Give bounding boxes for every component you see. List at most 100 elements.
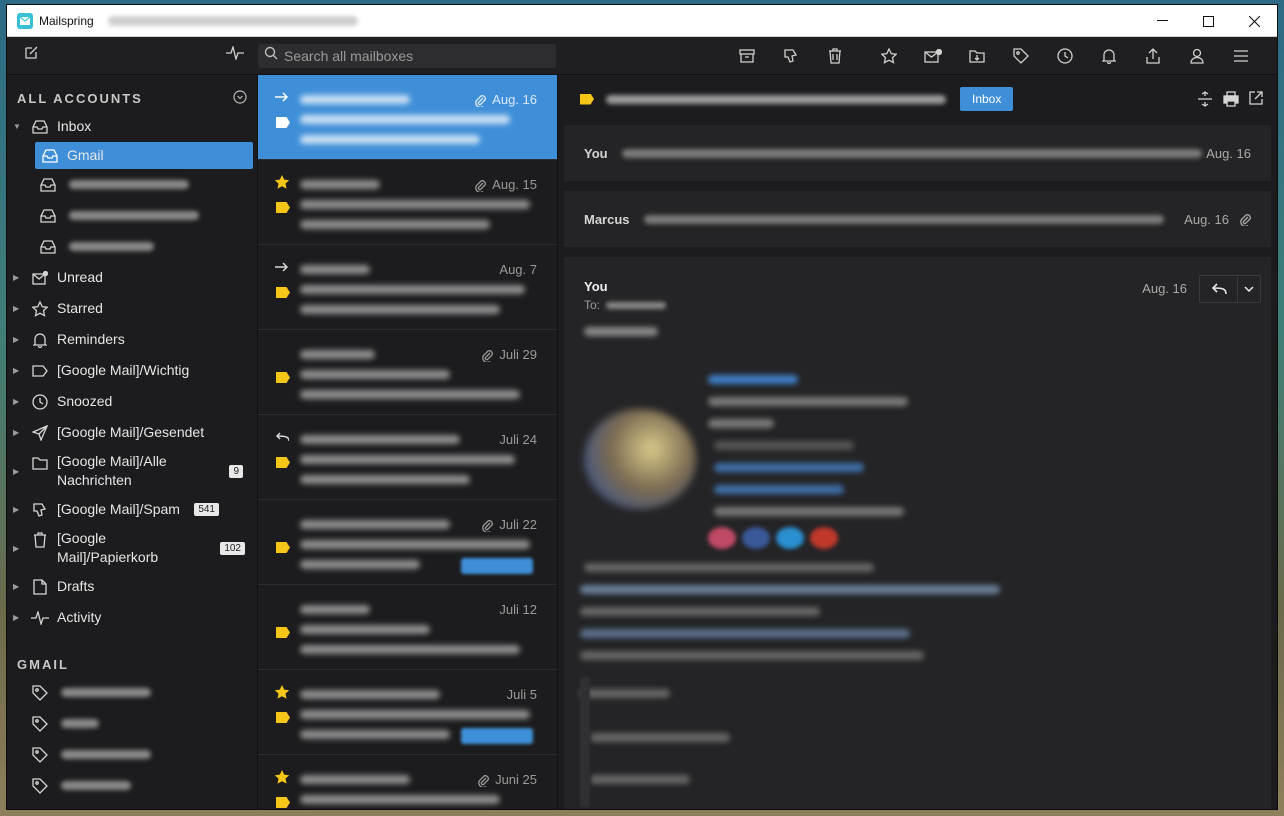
sidebar-label-redacted[interactable] <box>7 677 257 708</box>
sidebar-item-spam[interactable]: ▶ [Google Mail]/Spam 541 <box>7 494 257 525</box>
activity-icon[interactable] <box>226 44 244 65</box>
minimize-button[interactable] <box>1139 5 1185 37</box>
sidebar-item-redacted-account[interactable] <box>7 200 257 231</box>
tag-marker-icon <box>276 287 290 298</box>
print-icon[interactable] <box>1223 91 1239 107</box>
menu-hamburger-icon[interactable] <box>1230 45 1252 67</box>
collapsed-message[interactable]: You Aug. 16 <box>564 125 1271 181</box>
close-button[interactable] <box>1231 5 1277 37</box>
popout-icon[interactable] <box>1249 91 1263 107</box>
sidebar-item-snoozed[interactable]: ▶ Snoozed <box>7 386 257 417</box>
toolbar <box>7 37 1277 75</box>
expand-arrow-icon[interactable]: ▶ <box>13 366 23 375</box>
starred-icon[interactable] <box>274 174 290 190</box>
sidebar-label-redacted[interactable] <box>7 739 257 770</box>
sidebar-item-wichtig[interactable]: ▶ [Google Mail]/Wichtig <box>7 355 257 386</box>
sidebar-item-papierkorb[interactable]: ▶ [Google Mail]/Papierkorb 102 <box>7 525 257 571</box>
trash-icon[interactable] <box>824 45 846 67</box>
search-box[interactable] <box>258 43 556 68</box>
expand-arrow-icon[interactable]: ▶ <box>13 582 23 591</box>
message-row[interactable]: Juli 5 <box>258 670 557 755</box>
star-icon[interactable] <box>878 45 900 67</box>
redacted-snippet <box>300 390 520 399</box>
starred-icon[interactable] <box>274 684 290 700</box>
social-icon[interactable] <box>810 527 838 549</box>
sidebar-item-inbox[interactable]: ▼ Inbox <box>7 111 257 142</box>
redacted-sender <box>300 435 460 444</box>
expand-all-icon[interactable] <box>1197 91 1213 107</box>
reply-options-chevron-icon[interactable] <box>1238 276 1260 302</box>
message-row[interactable]: Juli 24 <box>258 415 557 500</box>
sidebar-item-alle-nachrichten[interactable]: ▶ [Google Mail]/Alle Nachrichten 9 <box>7 448 257 494</box>
message-date-text: Juli 24 <box>499 432 537 447</box>
message-row[interactable]: Juli 12 <box>258 585 557 670</box>
account-person-icon[interactable] <box>1186 45 1208 67</box>
sidebar-item-gmail[interactable]: Gmail <box>35 142 253 169</box>
folder-chip[interactable]: Inbox <box>960 87 1014 111</box>
send-icon <box>31 424 49 442</box>
mark-unread-icon[interactable] <box>922 45 944 67</box>
tag-icon[interactable] <box>1010 45 1032 67</box>
reminder-bell-icon[interactable] <box>1098 45 1120 67</box>
message-row[interactable]: Aug. 16 <box>258 75 557 160</box>
sidebar-item-redacted-account[interactable] <box>7 231 257 262</box>
expand-arrow-icon[interactable]: ▶ <box>13 428 23 437</box>
sidebar-item-redacted-account[interactable] <box>7 169 257 200</box>
collapse-chevron-icon[interactable] <box>233 89 247 107</box>
expand-arrow-icon[interactable]: ▶ <box>13 397 23 406</box>
redacted-recipient <box>606 301 667 309</box>
message-date-text: Juni 25 <box>495 772 537 787</box>
sidebar-item-label: Starred <box>57 300 103 316</box>
collapsed-message[interactable]: Marcus Aug. 16 <box>564 191 1271 247</box>
sidebar-item-reminders[interactable]: ▶ Reminders <box>7 324 257 355</box>
folder-icon <box>31 454 49 472</box>
redacted-sender <box>300 95 410 104</box>
redacted-body-line <box>580 629 910 638</box>
sidebar-item-starred[interactable]: ▶ Starred <box>7 293 257 324</box>
recipients-line[interactable]: To: <box>584 298 1251 312</box>
message-row[interactable]: Juli 22 <box>258 500 557 585</box>
archive-icon[interactable] <box>736 45 758 67</box>
spam-icon[interactable] <box>780 45 802 67</box>
reply-button[interactable] <box>1200 276 1238 302</box>
redacted-sender <box>300 605 370 614</box>
redacted-body-line <box>590 775 690 784</box>
sidebar-item-drafts[interactable]: ▶ Drafts <box>7 571 257 602</box>
expand-arrow-icon[interactable]: ▶ <box>13 613 23 622</box>
redacted-subject <box>300 370 450 379</box>
sidebar-item-activity[interactable]: ▶ Activity <box>7 602 257 633</box>
message-row[interactable]: Aug. 15 <box>258 160 557 245</box>
tag-marker-icon <box>276 457 290 468</box>
maximize-button[interactable] <box>1185 5 1231 37</box>
message-row[interactable]: Aug. 7 <box>258 245 557 330</box>
search-input[interactable] <box>284 47 544 64</box>
bell-icon <box>31 331 49 349</box>
social-icon[interactable] <box>708 527 736 549</box>
sidebar-item-unread[interactable]: ▶ Unread <box>7 262 257 293</box>
redacted-body-line <box>590 733 730 742</box>
expand-arrow-icon[interactable]: ▶ <box>13 544 23 553</box>
tag-marker-icon <box>580 93 594 105</box>
inbox-icon <box>39 207 57 225</box>
sidebar-label-redacted[interactable] <box>7 708 257 739</box>
starred-icon[interactable] <box>274 769 290 785</box>
expand-arrow-icon[interactable]: ▶ <box>13 335 23 344</box>
expand-arrow-icon[interactable]: ▶ <box>13 467 23 476</box>
compose-icon[interactable] <box>23 45 39 66</box>
window-title: Mailspring <box>39 13 94 28</box>
message-row[interactable]: Juni 25 <box>258 755 557 809</box>
attachment-paperclip-icon <box>481 518 494 532</box>
expand-arrow-icon[interactable]: ▼ <box>13 122 23 131</box>
expand-arrow-icon[interactable]: ▶ <box>13 273 23 282</box>
sidebar-label-redacted[interactable] <box>7 770 257 801</box>
social-icon[interactable] <box>742 527 770 549</box>
share-icon[interactable] <box>1142 45 1164 67</box>
redacted-subject <box>300 540 530 549</box>
expand-arrow-icon[interactable]: ▶ <box>13 304 23 313</box>
move-to-folder-icon[interactable] <box>966 45 988 67</box>
snooze-clock-icon[interactable] <box>1054 45 1076 67</box>
message-row[interactable]: Juli 29 <box>258 330 557 415</box>
social-icon[interactable] <box>776 527 804 549</box>
expand-arrow-icon[interactable]: ▶ <box>13 505 23 514</box>
sidebar-item-gesendet[interactable]: ▶ [Google Mail]/Gesendet <box>7 417 257 448</box>
